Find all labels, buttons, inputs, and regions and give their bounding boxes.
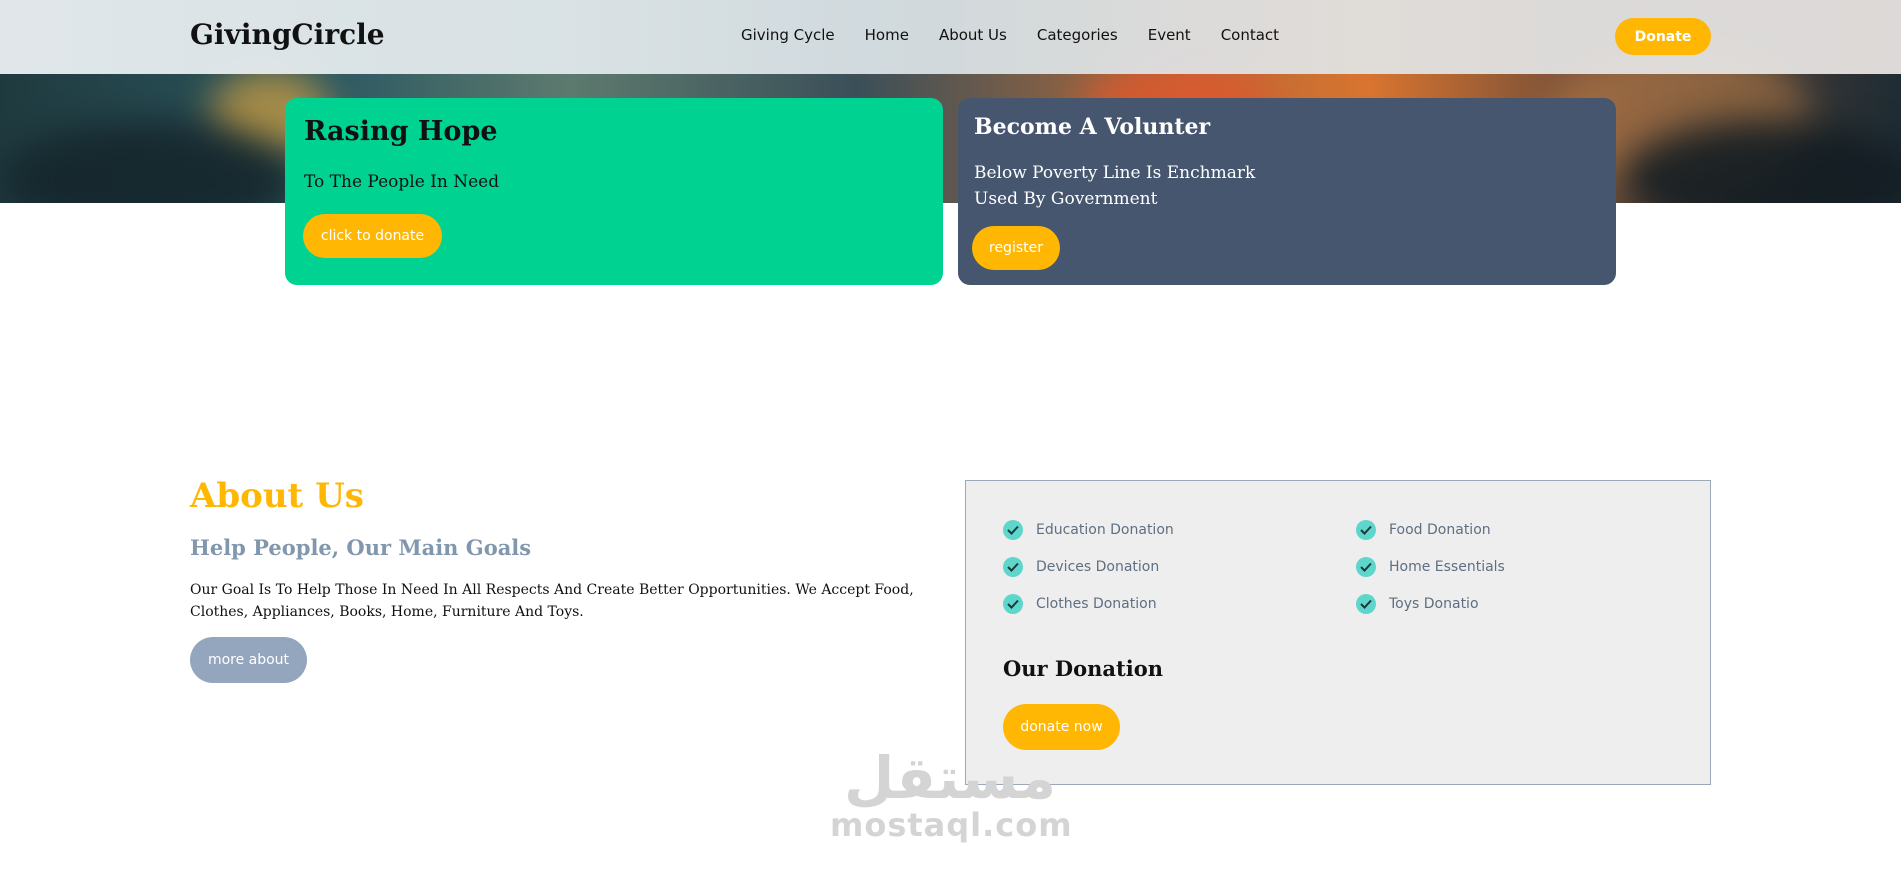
volunteer-text: Below Poverty Line Is Enchmark Used By G… bbox=[974, 160, 1314, 212]
donation-item-label: Home Essentials bbox=[1389, 559, 1505, 575]
site-logo[interactable]: GivingCircle bbox=[190, 18, 385, 51]
nav-item-about-us[interactable]: About Us bbox=[939, 26, 1007, 44]
check-icon bbox=[1003, 557, 1023, 577]
nav-item-home[interactable]: Home bbox=[865, 26, 909, 44]
donation-item-label: Education Donation bbox=[1036, 522, 1174, 538]
about-title: About Us bbox=[190, 476, 364, 516]
more-about-button[interactable]: more about bbox=[190, 637, 307, 683]
nav-item-categories[interactable]: Categories bbox=[1037, 26, 1118, 44]
donation-item: Toys Donatio bbox=[1356, 594, 1479, 614]
donation-item-label: Devices Donation bbox=[1036, 559, 1160, 575]
check-icon bbox=[1003, 594, 1023, 614]
nav-item-contact[interactable]: Contact bbox=[1221, 26, 1279, 44]
our-donation-title: Our Donation bbox=[1003, 656, 1163, 681]
watermark-latin: mostaql.com bbox=[830, 806, 1073, 844]
donation-item: Education Donation bbox=[1003, 520, 1174, 540]
donate-button[interactable]: Donate bbox=[1615, 18, 1711, 55]
watermark-logo: مستقل mostaql.com bbox=[830, 744, 1073, 844]
volunteer-text-line1: Below Poverty Line Is Enchmark bbox=[974, 163, 1256, 183]
watermark-arabic: مستقل bbox=[843, 744, 1057, 812]
donation-item-label: Clothes Donation bbox=[1036, 596, 1157, 612]
check-icon bbox=[1003, 520, 1023, 540]
about-subtitle: Help People, Our Main Goals bbox=[190, 535, 532, 560]
donation-item: Clothes Donation bbox=[1003, 594, 1157, 614]
nav-item-giving-cycle[interactable]: Giving Cycle bbox=[741, 26, 835, 44]
check-icon bbox=[1356, 520, 1376, 540]
volunteer-text-line2: Used By Government bbox=[974, 189, 1158, 209]
navbar: GivingCircle Giving Cycle Home About Us … bbox=[0, 0, 1901, 74]
register-button[interactable]: register bbox=[972, 226, 1060, 270]
volunteer-card: Become A Volunter Below Poverty Line Is … bbox=[958, 98, 1616, 285]
donation-item-label: Food Donation bbox=[1389, 522, 1491, 538]
raising-hope-title: Rasing Hope bbox=[304, 116, 498, 147]
nav-item-event[interactable]: Event bbox=[1148, 26, 1191, 44]
main-nav: Giving Cycle Home About Us Categories Ev… bbox=[741, 26, 1309, 44]
raising-hope-card: Rasing Hope To The People In Need click … bbox=[285, 98, 943, 285]
check-icon bbox=[1356, 557, 1376, 577]
donation-item: Food Donation bbox=[1356, 520, 1491, 540]
donation-item: Home Essentials bbox=[1356, 557, 1505, 577]
about-description: Our Goal Is To Help Those In Need In All… bbox=[190, 582, 914, 620]
click-to-donate-button[interactable]: click to donate bbox=[303, 214, 442, 258]
donation-panel: Education Donation Food Donation Devices… bbox=[965, 480, 1711, 785]
donation-item: Devices Donation bbox=[1003, 557, 1159, 577]
donation-item-label: Toys Donatio bbox=[1389, 596, 1479, 612]
volunteer-title: Become A Volunter bbox=[974, 114, 1211, 140]
raising-hope-text: To The People In Need bbox=[304, 172, 500, 192]
check-icon bbox=[1356, 594, 1376, 614]
